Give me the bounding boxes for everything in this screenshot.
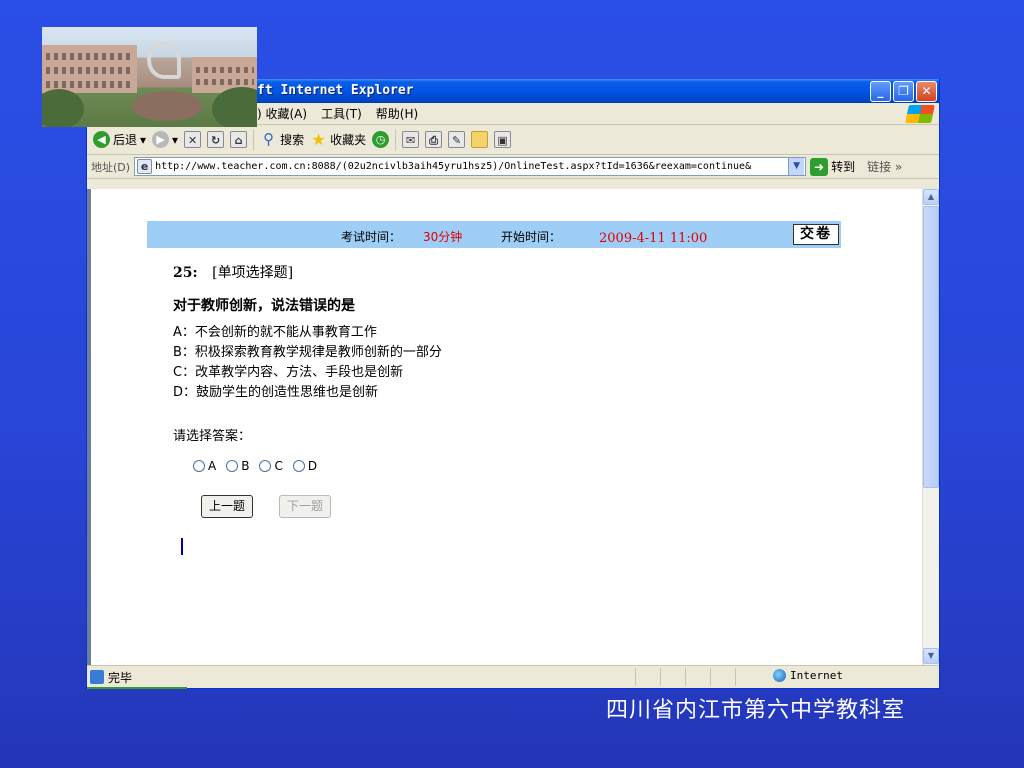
question-header: 25: [单项选择题]	[173, 262, 293, 282]
close-button[interactable]: ✕	[916, 81, 937, 102]
start-time-label: 开始时间：	[501, 230, 562, 244]
menu-help[interactable]: 帮助(H)	[376, 105, 418, 122]
favorites-label: 收藏夹	[330, 133, 367, 147]
toolbar-divider	[253, 128, 255, 151]
chevron-down-icon: ▾	[140, 132, 147, 147]
submit-exam-button[interactable]: 交卷	[793, 224, 839, 245]
windows-logo-icon	[905, 105, 935, 123]
radio-option-a[interactable]: A	[193, 459, 216, 473]
menu-favorites[interactable]: ) 收藏(A)	[257, 105, 307, 122]
back-arrow-icon: ◀	[93, 131, 110, 148]
answer-options: A：不会创新的就不能从事教育工作 B：积极探索教育教学规律是教师创新的一部分 C…	[173, 323, 442, 403]
back-label: 后退	[113, 133, 138, 147]
address-input[interactable]	[155, 158, 786, 175]
chevron-down-icon: ▾	[172, 132, 179, 147]
exam-time-label: 考试时间：	[341, 230, 402, 244]
status-panels	[635, 668, 760, 686]
question-number: 25:	[173, 265, 198, 281]
footer-caption: 四川省内江市第六中学教科室	[606, 698, 906, 723]
next-question-button[interactable]: 下一题	[279, 495, 332, 518]
toolbar: ◀ 后退 ▾ ▶ ▾ ✕ ↻ ⌂ ⚲ 搜索 ★ 收藏夹 ◷ ✉ ⎙ ✎ ▣	[87, 125, 939, 155]
links-button[interactable]: 链接 »	[867, 158, 902, 175]
go-button[interactable]: ➜ 转到	[810, 157, 856, 176]
option-c-text: C：改革教学内容、方法、手段也是创新	[173, 365, 404, 380]
answer-radio-group: A B C D	[193, 459, 317, 473]
links-more-icon: »	[894, 160, 903, 174]
status-bar: 完毕 Internet	[87, 665, 939, 688]
text-cursor	[181, 538, 183, 555]
security-zone: Internet	[773, 669, 843, 682]
go-arrow-icon: ➜	[810, 157, 829, 176]
forward-arrow-icon: ▶	[152, 131, 170, 148]
question-type: [单项选择题]	[212, 265, 294, 281]
toolbar-divider	[395, 128, 397, 151]
mail-icon[interactable]: ✉	[402, 131, 420, 148]
globe-icon	[773, 669, 786, 682]
search-label: 搜索	[280, 133, 305, 147]
messenger-icon[interactable]: ▣	[494, 131, 512, 148]
status-text: 完毕	[108, 670, 133, 685]
radio-label-b: B	[241, 459, 250, 473]
menu-tools[interactable]: 工具(T)	[321, 105, 362, 122]
radio-label-a: A	[208, 459, 217, 473]
refresh-icon[interactable]: ↻	[207, 131, 225, 148]
home-icon[interactable]: ⌂	[230, 131, 248, 148]
start-time-value: 2009-4-11 11:00	[599, 231, 708, 246]
question-text: 对于教师创新，说法错误的是	[173, 298, 355, 314]
scroll-down-icon[interactable]: ▼	[923, 648, 939, 664]
window-controls: _ ❐ ✕	[870, 81, 937, 102]
previous-question-button[interactable]: 上一题	[201, 495, 254, 518]
school-photo	[42, 27, 257, 127]
radio-circle-icon[interactable]	[292, 460, 305, 472]
minimize-button[interactable]: _	[870, 81, 891, 102]
favorites-button[interactable]: ★ 收藏夹	[310, 131, 366, 148]
scroll-up-icon[interactable]: ▲	[923, 189, 939, 205]
print-icon[interactable]: ⎙	[425, 131, 443, 148]
star-icon: ★	[311, 130, 326, 149]
zone-label: Internet	[790, 669, 843, 682]
radio-circle-icon[interactable]	[226, 460, 239, 472]
address-bar: 地址(D) e ▼ ➜ 转到 链接 »	[87, 155, 939, 179]
page-done-icon	[90, 670, 104, 684]
radio-label-c: C	[274, 459, 283, 473]
page-content: 考试时间： 30分钟 开始时间： 2009-4-11 11:00 交卷 25: …	[87, 189, 939, 665]
edit-icon[interactable]: ✎	[448, 131, 466, 148]
history-icon[interactable]: ◷	[372, 131, 390, 148]
radio-circle-icon[interactable]	[193, 460, 205, 472]
address-dropdown-icon[interactable]: ▼	[788, 158, 805, 175]
answer-prompt: 请选择答案：	[173, 429, 252, 444]
ie-window: ft Internet Explorer _ ❐ ✕ ) 收藏(A) 工具(T)…	[86, 79, 940, 689]
window-title: ft Internet Explorer	[257, 83, 414, 98]
scroll-thumb[interactable]	[923, 206, 939, 488]
back-button[interactable]: ◀ 后退 ▾	[93, 131, 146, 148]
page-icon: e	[137, 159, 153, 174]
load-progress-strip	[87, 687, 187, 689]
folder-icon[interactable]	[471, 131, 489, 148]
radio-option-b[interactable]: B	[226, 459, 249, 473]
option-a-text: A：不会创新的就不能从事教育工作	[173, 325, 377, 340]
search-button[interactable]: ⚲ 搜索	[260, 131, 304, 148]
address-label: 地址(D)	[91, 160, 131, 174]
radio-option-c[interactable]: C	[259, 459, 283, 473]
option-b-text: B：积极探索教育教学规律是教师创新的一部分	[173, 345, 442, 360]
radio-label-d: D	[307, 459, 318, 473]
forward-button[interactable]: ▶ ▾	[152, 131, 178, 148]
go-label: 转到	[831, 160, 856, 174]
radio-circle-icon[interactable]	[259, 460, 272, 472]
exam-time-value: 30分钟	[423, 230, 463, 244]
radio-option-d[interactable]: D	[292, 459, 318, 473]
links-label: 链接	[867, 160, 892, 174]
maximize-button[interactable]: ❐	[893, 81, 914, 102]
exam-header: 考试时间： 30分钟 开始时间： 2009-4-11 11:00 交卷	[147, 221, 841, 248]
vertical-scrollbar[interactable]: ▲ ▼	[922, 189, 939, 665]
address-field[interactable]: e ▼	[134, 157, 807, 176]
option-d-text: D：鼓励学生的创造性思维也是创新	[173, 385, 379, 400]
search-icon: ⚲	[263, 130, 275, 148]
stop-icon[interactable]: ✕	[184, 131, 202, 148]
